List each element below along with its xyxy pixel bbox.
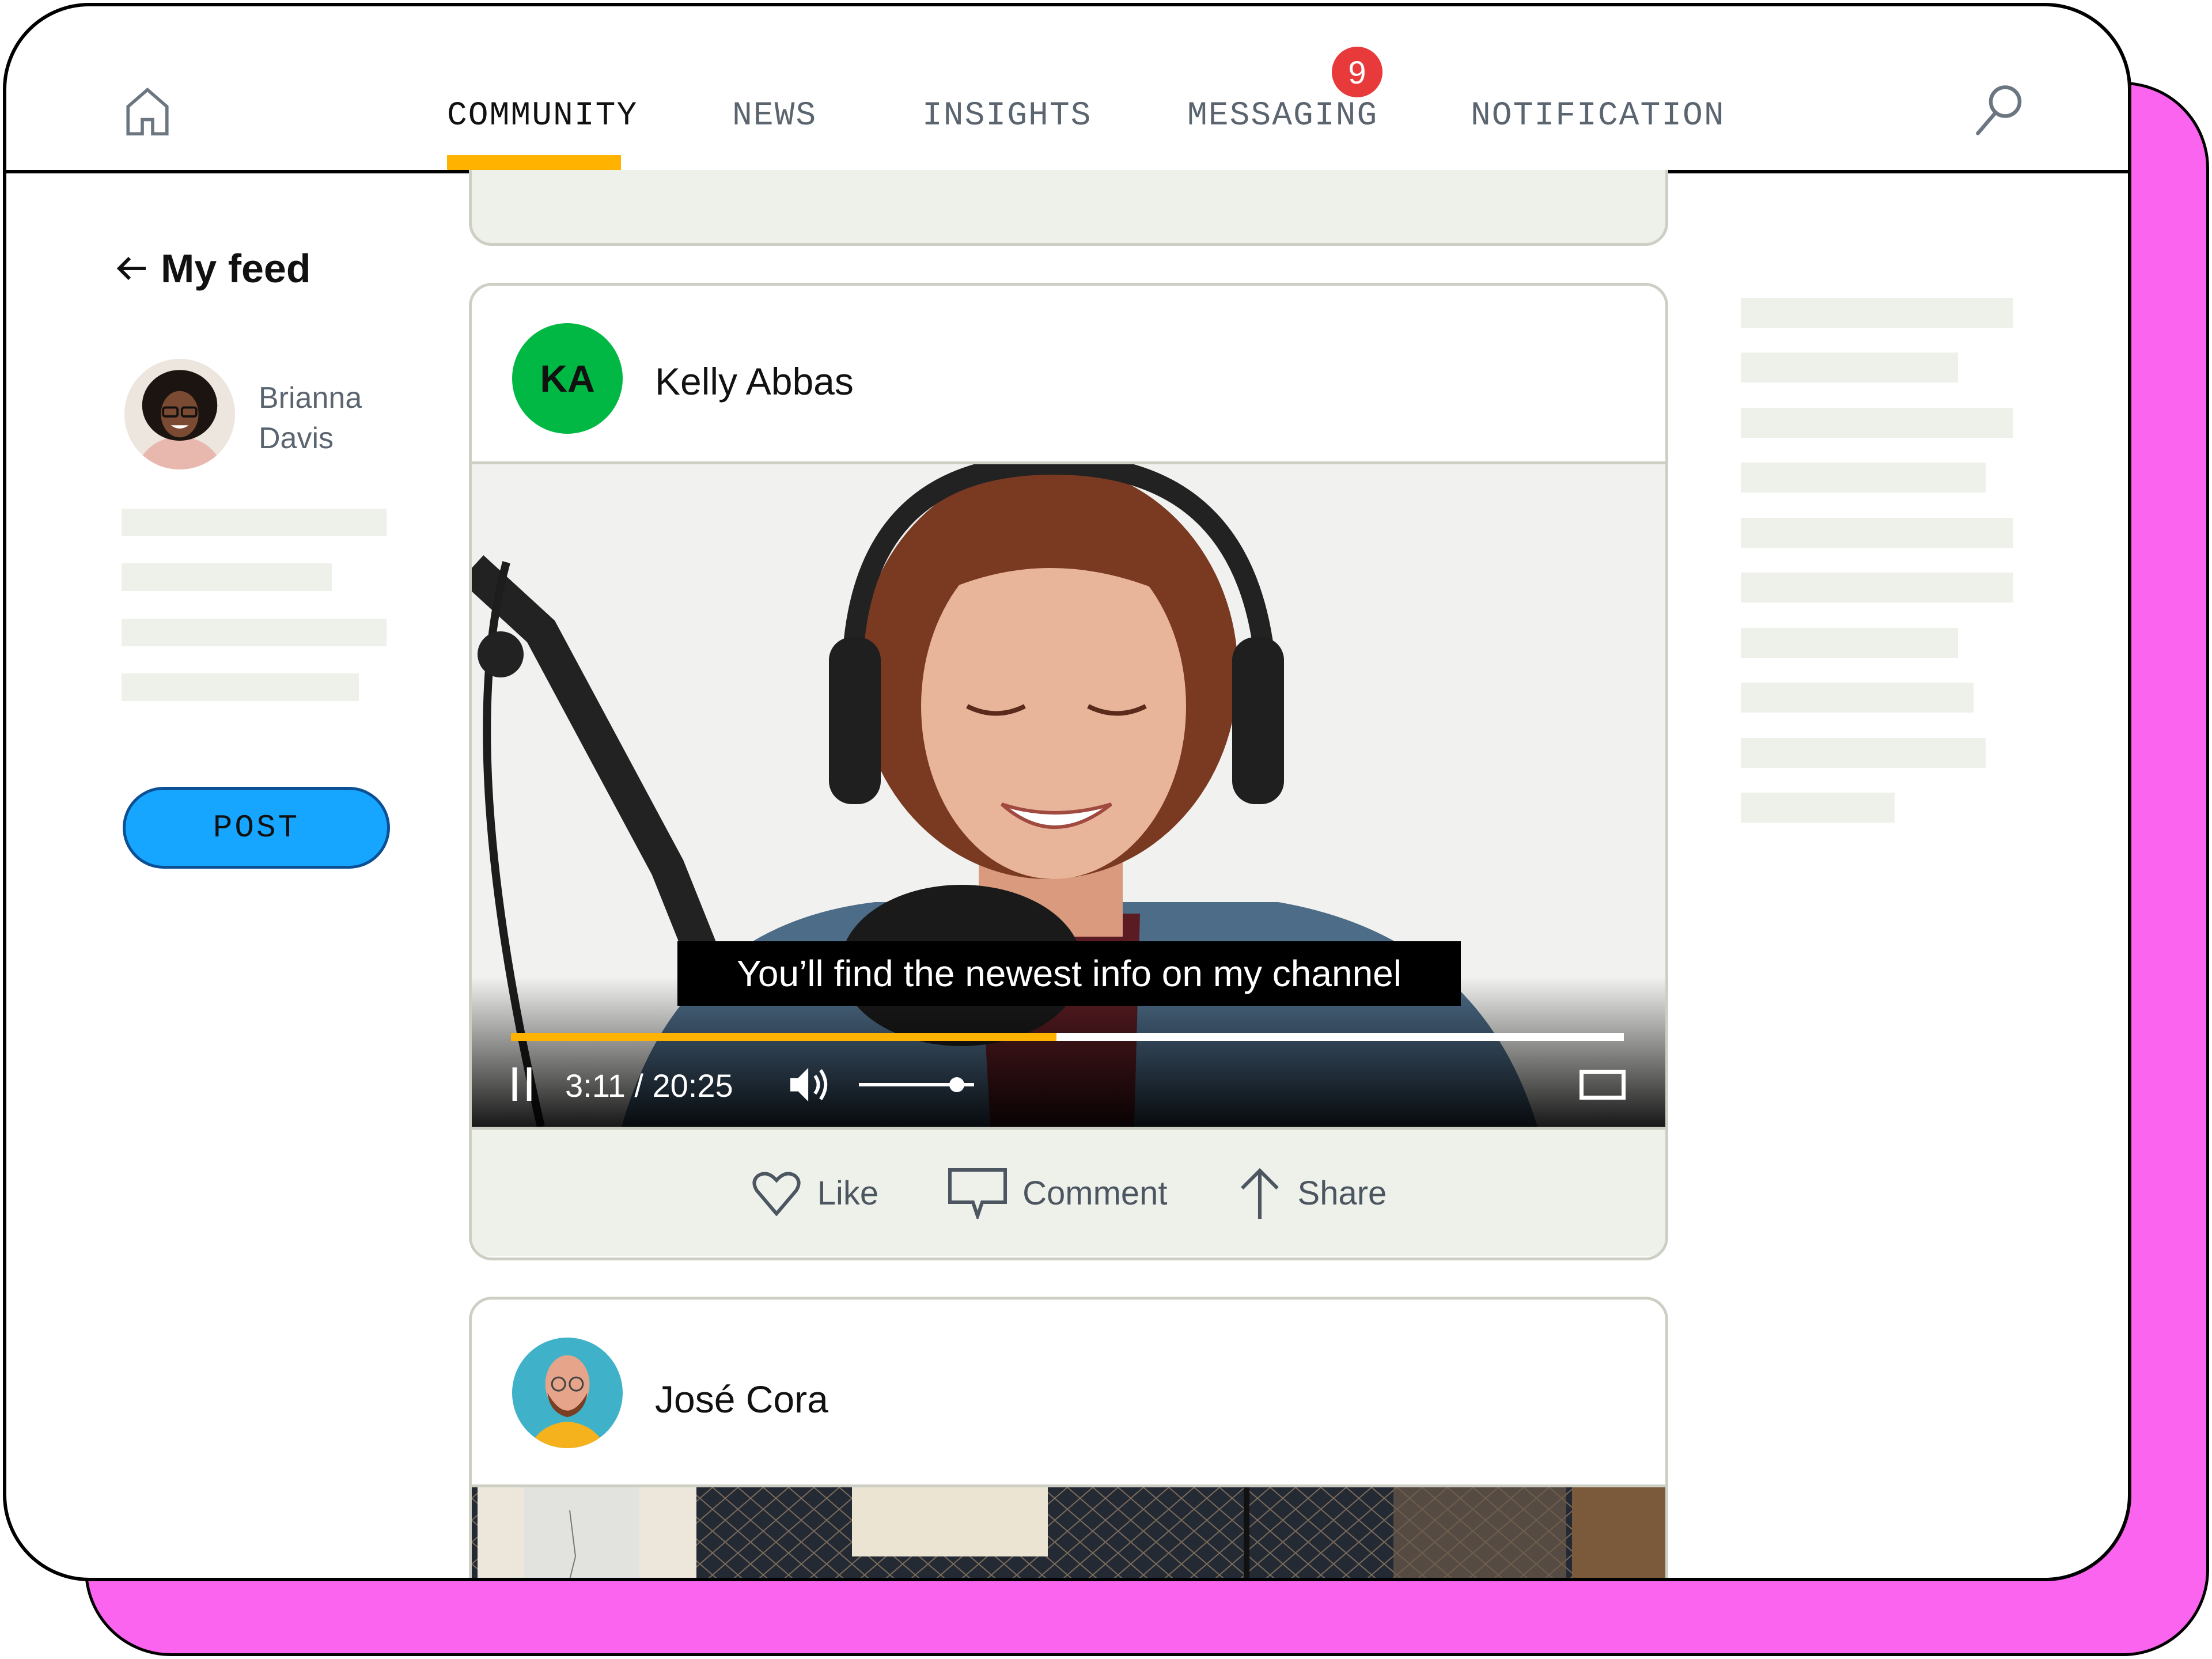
- skeleton-line: [1741, 353, 1958, 382]
- share-label: Share: [1297, 1174, 1387, 1212]
- skeleton-line: [1741, 573, 2013, 603]
- author-name[interactable]: Kelly Abbas: [655, 359, 854, 403]
- skeleton-line: [1741, 628, 1958, 658]
- fullscreen-icon[interactable]: [1580, 1070, 1626, 1100]
- home-icon[interactable]: [122, 86, 173, 138]
- comment-button[interactable]: Comment: [948, 1167, 1168, 1219]
- video-player[interactable]: You’ll find the newest info on my channe…: [472, 464, 1665, 1127]
- post-header: José Cora: [472, 1300, 1665, 1487]
- like-label: Like: [817, 1174, 879, 1212]
- video-time: 3:11 / 20:25: [565, 1067, 733, 1104]
- volume-icon[interactable]: [787, 1065, 834, 1105]
- skeleton-line: [1741, 408, 2013, 438]
- video-progress-bar[interactable]: [511, 1033, 1624, 1041]
- tab-news[interactable]: NEWS: [732, 97, 817, 135]
- post-button[interactable]: POST: [123, 787, 390, 869]
- skeleton-line: [122, 563, 332, 591]
- top-nav: COMMUNITY NEWS INSIGHTS MESSAGING NOTIFI…: [6, 6, 2128, 173]
- tab-community[interactable]: COMMUNITY: [447, 97, 638, 135]
- post-image-content: [472, 1487, 1665, 1578]
- user-last-name: Davis: [259, 422, 334, 455]
- active-tab-indicator: [447, 155, 621, 170]
- user-first-name: Brianna: [259, 381, 362, 415]
- share-arrow-icon: [1240, 1168, 1279, 1219]
- skeleton-line: [122, 509, 387, 536]
- skeleton-line: [122, 673, 359, 701]
- search-icon[interactable]: [1971, 80, 2028, 138]
- post-card: KA Kelly Abbas You’ll find the newest in…: [469, 283, 1668, 1260]
- author-avatar[interactable]: KA: [512, 323, 623, 434]
- comment-icon: [948, 1168, 1007, 1219]
- skeleton-line: [1741, 683, 1974, 713]
- arrow-left-icon: [116, 256, 146, 281]
- post-actions: Like Comment Share: [472, 1127, 1665, 1256]
- video-caption: You’ll find the newest info on my channe…: [677, 941, 1461, 1006]
- messaging-unread-badge: 9: [1332, 47, 1382, 97]
- skeleton-line: [1741, 463, 1986, 493]
- tab-notification[interactable]: NOTIFICATION: [1471, 97, 1725, 135]
- like-button[interactable]: Like: [751, 1170, 878, 1216]
- skeleton-line: [1741, 298, 2013, 328]
- current-user-name[interactable]: Brianna Davis: [259, 378, 362, 459]
- post-header: KA Kelly Abbas: [472, 286, 1665, 464]
- app-window: COMMUNITY NEWS INSIGHTS MESSAGING NOTIFI…: [3, 3, 2131, 1581]
- user-photo: [124, 359, 235, 469]
- skeleton-line: [122, 619, 387, 646]
- author-photo: [512, 1338, 623, 1448]
- post-card: José Cora: [469, 1297, 1668, 1578]
- my-feed-back-link[interactable]: My feed: [116, 245, 311, 291]
- current-user-avatar[interactable]: [124, 359, 235, 469]
- comment-label: Comment: [1022, 1174, 1168, 1212]
- post-image[interactable]: [472, 1487, 1665, 1578]
- heart-icon: [752, 1172, 801, 1216]
- previous-post-card: [469, 170, 1668, 246]
- share-button[interactable]: Share: [1237, 1167, 1387, 1219]
- my-feed-label: My feed: [161, 246, 311, 291]
- volume-slider[interactable]: [859, 1077, 974, 1092]
- skeleton-line: [1741, 518, 2013, 548]
- pause-icon[interactable]: [511, 1067, 534, 1101]
- volume-slider-handle[interactable]: [949, 1077, 964, 1092]
- author-avatar[interactable]: [512, 1338, 623, 1448]
- author-name[interactable]: José Cora: [655, 1377, 828, 1421]
- video-progress-fill: [511, 1033, 1056, 1041]
- skeleton-line: [1741, 793, 1895, 823]
- tab-insights[interactable]: INSIGHTS: [922, 97, 1092, 135]
- skeleton-line: [1741, 738, 1986, 768]
- tab-messaging[interactable]: MESSAGING: [1187, 97, 1378, 135]
